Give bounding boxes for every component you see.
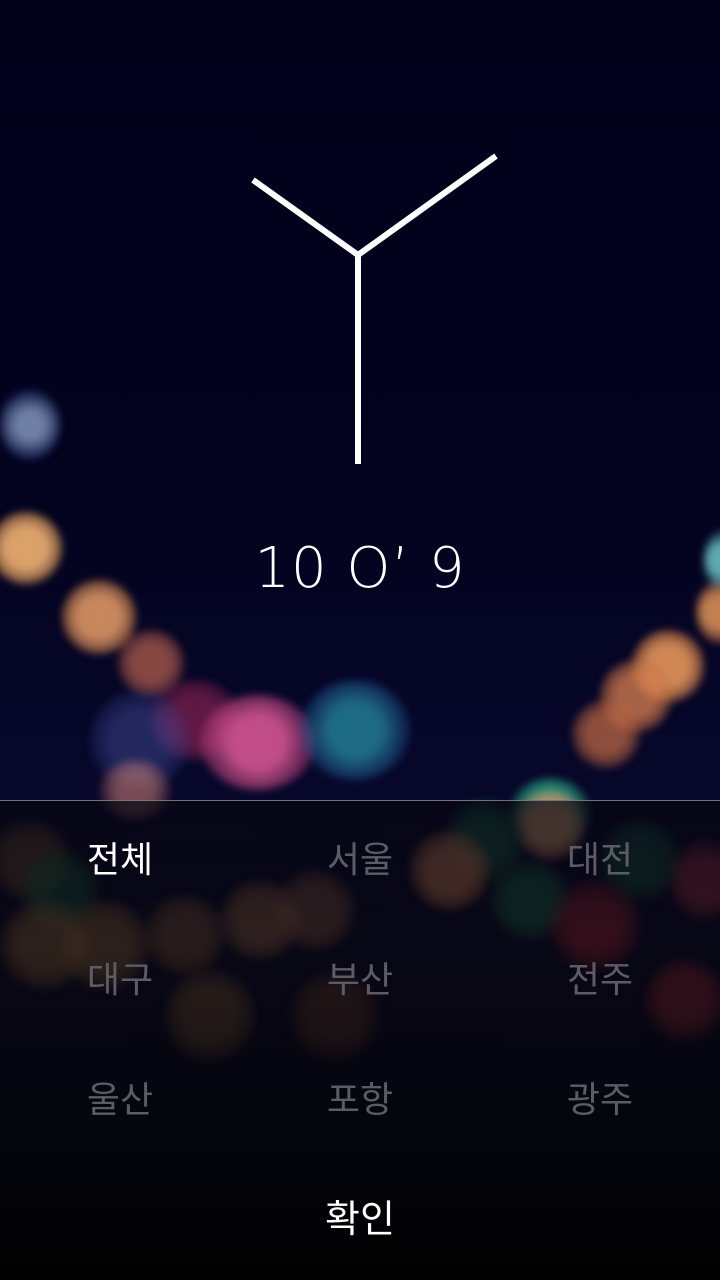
confirm-button[interactable]: 확인 [0, 1161, 720, 1280]
time-readout: 10 O’ 9 [254, 536, 466, 601]
region-option-pohang[interactable]: 포항 [240, 1041, 480, 1161]
region-option-gwangju[interactable]: 광주 [480, 1041, 720, 1161]
clock-hand-minute [356, 153, 498, 258]
region-grid: 전체 서울 대전 대구 부산 전주 울산 포항 광주 [0, 801, 720, 1161]
region-option-daejeon[interactable]: 대전 [480, 801, 720, 921]
region-option-jeonju[interactable]: 전주 [480, 921, 720, 1041]
clock-hands [251, 153, 498, 464]
region-picker-panel: 전체 서울 대전 대구 부산 전주 울산 포항 광주 확인 [0, 800, 720, 1280]
lock-screen: 10 O’ 9 전체 서울 대전 대구 부산 전주 울산 포항 광주 확인 [0, 0, 720, 1280]
region-option-seoul[interactable]: 서울 [240, 801, 480, 921]
region-option-busan[interactable]: 부산 [240, 921, 480, 1041]
region-option-daegu[interactable]: 대구 [0, 921, 240, 1041]
clock-hand-hour [251, 177, 360, 258]
region-option-ulsan[interactable]: 울산 [0, 1041, 240, 1161]
region-option-all[interactable]: 전체 [0, 801, 240, 921]
